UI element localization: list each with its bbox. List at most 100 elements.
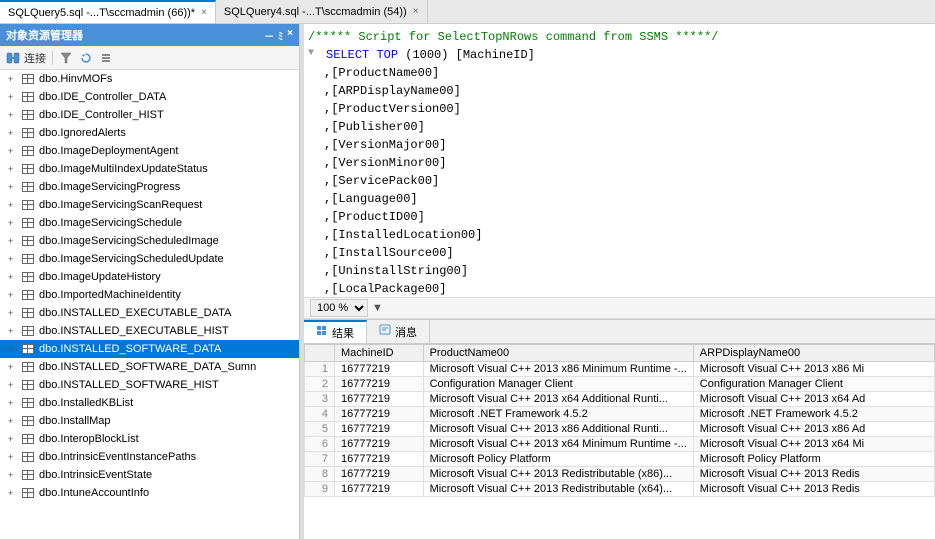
- expand-icon: +: [8, 380, 20, 390]
- tree-item-3[interactable]: + dbo.IgnoredAlerts: [0, 124, 299, 142]
- tree-item-7[interactable]: + dbo.ImageServicingScanRequest: [0, 196, 299, 214]
- results-tab-label-0: 结果: [332, 325, 354, 341]
- tree-item-10[interactable]: + dbo.ImageServicingScheduledUpdate: [0, 250, 299, 268]
- expand-icon: +: [8, 308, 20, 318]
- table-icon: [20, 90, 36, 104]
- tree-item-21[interactable]: + dbo.IntrinsicEventInstancePaths: [0, 448, 299, 466]
- expand-icon: +: [8, 110, 20, 120]
- cell-7-0: 8: [305, 467, 335, 482]
- zoom-select[interactable]: 100 % 75 % 125 % 150 %: [310, 299, 368, 317]
- tree-item-label: dbo.ImageMultiIndexUpdateStatus: [39, 163, 208, 175]
- cell-8-1: 16777219: [335, 482, 424, 497]
- table-row[interactable]: 416777219Microsoft .NET Framework 4.5.2M…: [305, 407, 935, 422]
- table-row[interactable]: 616777219Microsoft Visual C++ 2013 x64 M…: [305, 437, 935, 452]
- code-line-10: ,[ProductID00]: [308, 208, 931, 226]
- results-tab-1[interactable]: 消息: [367, 320, 430, 343]
- table-row[interactable]: 216777219Configuration Manager ClientCon…: [305, 377, 935, 392]
- tree-item-14[interactable]: + dbo.INSTALLED_EXECUTABLE_HIST: [0, 322, 299, 340]
- tree-item-0[interactable]: + dbo.HinvMOFs: [0, 70, 299, 88]
- expand-icon: +: [8, 200, 20, 210]
- tree-item-label: dbo.ImageDeploymentAgent: [39, 145, 178, 157]
- cell-5-3: Microsoft Visual C++ 2013 x64 Mi: [693, 437, 934, 452]
- table-icon: [20, 450, 36, 464]
- tree-item-9[interactable]: + dbo.ImageServicingScheduledImage: [0, 232, 299, 250]
- cell-1-0: 2: [305, 377, 335, 392]
- tree-item-19[interactable]: + dbo.InstallMap: [0, 412, 299, 430]
- expand-icon: +: [8, 236, 20, 246]
- cell-0-3: Microsoft Visual C++ 2013 x86 Mi: [693, 362, 934, 377]
- table-row[interactable]: 116777219Microsoft Visual C++ 2013 x86 M…: [305, 362, 935, 377]
- connect-button[interactable]: [4, 49, 22, 67]
- cell-8-2: Microsoft Visual C++ 2013 Redistributabl…: [423, 482, 693, 497]
- results-area: 结果 消息 MachineIDProductName00ARPDisplayNam…: [304, 319, 935, 539]
- tree-item-17[interactable]: + dbo.INSTALLED_SOFTWARE_HIST: [0, 376, 299, 394]
- tree-item-label: dbo.IntuneAccountInfo: [39, 487, 149, 499]
- results-tabs: 结果 消息: [304, 320, 935, 344]
- table-icon: [20, 414, 36, 428]
- expand-icon: +: [8, 326, 20, 336]
- tree-item-11[interactable]: + dbo.ImageUpdateHistory: [0, 268, 299, 286]
- zoom-dropdown-icon[interactable]: ▼: [372, 302, 383, 314]
- tree-item-12[interactable]: + dbo.ImportedMachineIdentity: [0, 286, 299, 304]
- panel-float-btn[interactable]: ﾐ: [278, 28, 283, 43]
- panel-pin-btn[interactable]: －: [264, 28, 274, 43]
- editor-content[interactable]: /***** Script for SelectTopNRows command…: [304, 24, 935, 297]
- code-text: ,[InstalledLocation00]: [308, 226, 482, 244]
- tree-item-1[interactable]: + dbo.IDE_Controller_DATA: [0, 88, 299, 106]
- cell-4-2: Microsoft Visual C++ 2013 x86 Additional…: [423, 422, 693, 437]
- expand-icon: +: [8, 182, 20, 192]
- cell-5-1: 16777219: [335, 437, 424, 452]
- table-row[interactable]: 516777219Microsoft Visual C++ 2013 x86 A…: [305, 422, 935, 437]
- tree-item-8[interactable]: + dbo.ImageServicingSchedule: [0, 214, 299, 232]
- expand-icon: +: [8, 164, 20, 174]
- tree-area[interactable]: + dbo.HinvMOFs + dbo.IDE_Controller_DATA…: [0, 70, 299, 539]
- tree-item-label: dbo.INSTALLED_SOFTWARE_DATA_Sumn: [39, 361, 256, 373]
- results-tab-label-1: 消息: [395, 324, 417, 340]
- expand-icon: +: [8, 74, 20, 84]
- table-icon: [20, 396, 36, 410]
- tree-item-2[interactable]: + dbo.IDE_Controller_HIST: [0, 106, 299, 124]
- tree-item-5[interactable]: + dbo.ImageMultiIndexUpdateStatus: [0, 160, 299, 178]
- cell-6-0: 7: [305, 452, 335, 467]
- tree-item-15[interactable]: + dbo.INSTALLED_SOFTWARE_DATA: [0, 340, 299, 358]
- code-text: ,[ARPDisplayName00]: [308, 82, 461, 100]
- tree-item-20[interactable]: + dbo.InteropBlockList: [0, 430, 299, 448]
- results-table-container[interactable]: MachineIDProductName00ARPDisplayName0011…: [304, 344, 935, 539]
- cell-2-2: Microsoft Visual C++ 2013 x64 Additional…: [423, 392, 693, 407]
- table-row[interactable]: 816777219Microsoft Visual C++ 2013 Redis…: [305, 467, 935, 482]
- expand-icon: +: [8, 452, 20, 462]
- tree-item-16[interactable]: + dbo.INSTALLED_SOFTWARE_DATA_Sumn: [0, 358, 299, 376]
- tab-query5[interactable]: SQLQuery5.sql -...T\sccmadmin (66))* ×: [0, 0, 216, 23]
- tree-item-22[interactable]: + dbo.IntrinsicEventState: [0, 466, 299, 484]
- table-row[interactable]: 916777219Microsoft Visual C++ 2013 Redis…: [305, 482, 935, 497]
- code-text: ,[ProductID00]: [308, 208, 425, 226]
- tab-query4[interactable]: SQLQuery4.sql -...T\sccmadmin (54)) ×: [216, 0, 428, 23]
- expand-icon: +: [8, 218, 20, 228]
- filter-btn[interactable]: [57, 49, 75, 67]
- table-row[interactable]: 316777219Microsoft Visual C++ 2013 x64 A…: [305, 392, 935, 407]
- refresh-btn[interactable]: [77, 49, 95, 67]
- tree-item-label: dbo.INSTALLED_SOFTWARE_HIST: [39, 379, 219, 391]
- expand-icon: +: [8, 272, 20, 282]
- tree-item-23[interactable]: + dbo.IntuneAccountInfo: [0, 484, 299, 502]
- tree-item-label: dbo.INSTALLED_SOFTWARE_DATA: [39, 343, 221, 355]
- tab-query4-close[interactable]: ×: [413, 6, 419, 17]
- table-icon: [20, 108, 36, 122]
- tab-query5-close[interactable]: ×: [201, 7, 207, 18]
- code-text: ,[ProductVersion00]: [308, 100, 461, 118]
- table-row[interactable]: 716777219Microsoft Policy PlatformMicros…: [305, 452, 935, 467]
- table-icon: [20, 198, 36, 212]
- tree-item-6[interactable]: + dbo.ImageServicingProgress: [0, 178, 299, 196]
- code-text: ,[VersionMajor00]: [308, 136, 446, 154]
- expand-icon: +: [8, 488, 20, 498]
- table-icon: [20, 180, 36, 194]
- results-tab-0[interactable]: 结果: [304, 320, 367, 343]
- tree-item-4[interactable]: + dbo.ImageDeploymentAgent: [0, 142, 299, 160]
- tree-item-label: dbo.INSTALLED_EXECUTABLE_DATA: [39, 307, 231, 319]
- expand-icon: +: [8, 146, 20, 156]
- tree-item-18[interactable]: + dbo.InstalledKBList: [0, 394, 299, 412]
- options-btn[interactable]: [97, 49, 115, 67]
- tree-item-13[interactable]: + dbo.INSTALLED_EXECUTABLE_DATA: [0, 304, 299, 322]
- panel-close-btn[interactable]: ×: [287, 28, 293, 43]
- tree-item-label: dbo.ImportedMachineIdentity: [39, 289, 181, 301]
